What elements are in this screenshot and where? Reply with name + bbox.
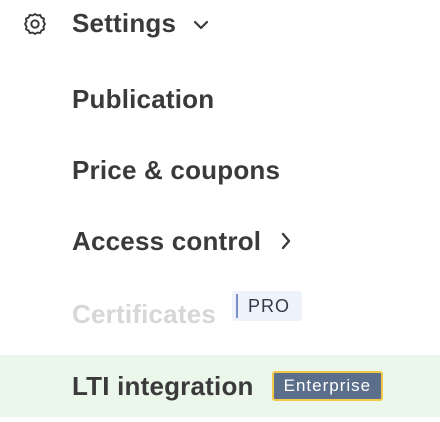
nav-item-label: Access control — [72, 225, 262, 256]
badge-divider — [236, 294, 239, 318]
nav-item-label: Publication — [72, 83, 215, 114]
nav-item-certificates: Certificates PRO — [0, 285, 440, 343]
nav-item-price-coupons[interactable]: Price & coupons — [0, 141, 440, 199]
chevron-down-icon — [190, 17, 212, 33]
nav-item-label: LTI integration — [72, 370, 254, 401]
nav-item-label: Certificates — [72, 298, 217, 329]
nav-item-label: Price & coupons — [72, 154, 281, 185]
nav-item-lti-integration[interactable]: LTI integration Enterprise — [0, 355, 440, 417]
pro-badge: PRO — [232, 291, 303, 321]
nav-item-publication[interactable]: Publication — [0, 70, 440, 128]
settings-nav: Settings Publication Price & coupons Acc… — [0, 0, 440, 422]
enterprise-badge-label: Enterprise — [283, 376, 372, 395]
enterprise-badge: Enterprise — [271, 371, 384, 401]
settings-header[interactable]: Settings — [0, 0, 440, 56]
pro-badge-label: PRO — [248, 295, 291, 316]
nav-item-access-control[interactable]: Access control — [0, 212, 440, 270]
gear-icon — [22, 11, 48, 37]
settings-label: Settings — [72, 8, 177, 38]
chevron-right-icon — [279, 230, 293, 252]
